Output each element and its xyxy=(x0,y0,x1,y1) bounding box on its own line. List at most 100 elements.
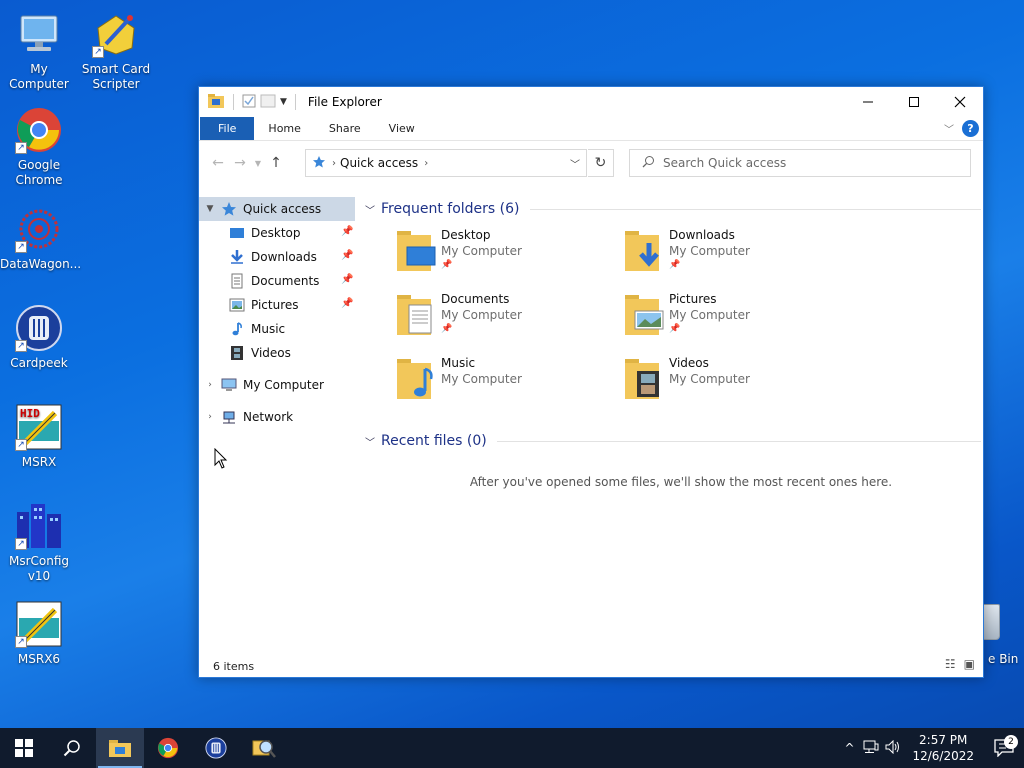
folder-location: My Computer xyxy=(669,244,750,258)
folder-tile-music[interactable]: Music My Computer xyxy=(395,355,615,415)
nav-item-label: Music xyxy=(251,322,286,336)
nav-item-pictures[interactable]: Pictures 📌 xyxy=(199,293,359,317)
expand-chevron-icon[interactable]: › xyxy=(199,412,221,422)
pin-icon: 📌 xyxy=(341,250,354,261)
taskbar-cardpeek[interactable] xyxy=(192,728,240,768)
start-button[interactable] xyxy=(0,728,48,768)
nav-item-music[interactable]: Music xyxy=(199,317,359,341)
large-icons-view-icon[interactable]: ▣ xyxy=(964,657,975,671)
nav-item-label: Videos xyxy=(251,346,291,360)
windows-logo-icon xyxy=(15,739,33,757)
clock-date: 12/6/2022 xyxy=(912,749,974,763)
tab-share[interactable]: Share xyxy=(315,117,375,140)
desktop-icon-google-chrome[interactable]: ↗ Google Chrome xyxy=(0,106,78,188)
nav-item-desktop[interactable]: Desktop 📌 xyxy=(199,221,359,245)
minimize-button[interactable] xyxy=(845,87,891,117)
tab-home[interactable]: Home xyxy=(254,117,314,140)
collapse-chevron-icon[interactable]: ﹀ xyxy=(365,434,381,449)
forward-button[interactable]: → xyxy=(229,155,251,171)
shortcut-arrow-icon: ↗ xyxy=(15,142,27,154)
customize-toolbar-dropdown-icon[interactable]: ▼ xyxy=(280,97,287,107)
clock-time: 2:57 PM xyxy=(919,733,968,747)
shortcut-arrow-icon: ↗ xyxy=(15,340,27,352)
search-icon xyxy=(642,155,655,171)
desktop-icon-smart-card-scripter[interactable]: ↗ Smart Card Scripter xyxy=(77,10,155,92)
pin-icon: 📌 xyxy=(669,260,681,270)
shortcut-arrow-icon: ↗ xyxy=(15,538,27,550)
refresh-button[interactable]: ↻ xyxy=(588,149,614,177)
collapse-chevron-icon[interactable]: ﹀ xyxy=(365,202,381,217)
datawagon-icon: ↗ xyxy=(15,205,63,253)
expand-chevron-icon[interactable]: › xyxy=(199,380,221,390)
taskbar-chrome[interactable] xyxy=(144,728,192,768)
folder-name: Desktop xyxy=(441,228,491,242)
download-arrow-icon xyxy=(229,249,245,265)
mouse-cursor-icon xyxy=(214,447,228,473)
folder-tile-pictures[interactable]: Pictures My Computer 📌 xyxy=(623,291,843,351)
address-bar[interactable]: › Quick access › ﹀ xyxy=(305,149,587,177)
nav-item-my-computer[interactable]: › My Computer xyxy=(199,373,359,397)
nav-gap xyxy=(199,397,359,405)
expand-ribbon-chevron-icon[interactable]: ﹀ xyxy=(944,121,954,136)
nav-item-label: Desktop xyxy=(251,226,301,240)
show-hidden-icons-chevron-icon[interactable]: ^ xyxy=(838,741,860,755)
recent-files-empty-message: After you've opened some files, we'll sh… xyxy=(469,475,893,489)
action-center-button[interactable]: 2 xyxy=(984,735,1024,757)
film-strip-icon xyxy=(229,345,245,361)
smart-card-scripter-icon: ↗ xyxy=(92,10,140,58)
picture-icon xyxy=(229,297,245,313)
desktop-icon-label: My Computer xyxy=(9,62,69,91)
svg-text:HID: HID xyxy=(20,407,40,420)
new-folder-icon[interactable] xyxy=(260,94,276,111)
music-note-icon xyxy=(229,321,245,337)
desktop-icon-cardpeek[interactable]: ↗ Cardpeek xyxy=(0,304,78,371)
details-view-icon[interactable]: ☷ xyxy=(945,657,956,671)
breadcrumb-quick-access[interactable]: Quick access xyxy=(340,156,418,170)
desktop-icon-my-computer[interactable]: My Computer xyxy=(0,10,78,92)
desktop-icon-msrx6[interactable]: ↗ MSRX6 xyxy=(0,600,78,667)
nav-item-network[interactable]: › Network xyxy=(199,405,359,429)
search-button[interactable] xyxy=(48,728,96,768)
properties-icon[interactable] xyxy=(242,94,256,111)
nav-item-downloads[interactable]: Downloads 📌 xyxy=(199,245,359,269)
nav-item-videos[interactable]: Videos xyxy=(199,341,359,365)
folder-tile-videos[interactable]: Videos My Computer xyxy=(623,355,843,415)
tab-view[interactable]: View xyxy=(375,117,429,140)
desktop-icon-datawagon[interactable]: ↗ DataWagon... xyxy=(0,205,81,272)
frequent-folders-header[interactable]: ﹀ Frequent folders (6) xyxy=(361,197,981,221)
shortcut-arrow-icon: ↗ xyxy=(15,241,27,253)
quick-access-star-icon xyxy=(312,155,326,172)
folder-tile-downloads[interactable]: Downloads My Computer 📌 xyxy=(623,227,843,287)
breadcrumb-chevron-icon[interactable]: › xyxy=(332,158,336,169)
taskbar-clock[interactable]: 2:57 PM 12/6/2022 xyxy=(912,732,974,764)
breadcrumb-chevron-icon[interactable]: › xyxy=(424,158,428,169)
recent-files-header[interactable]: ﹀ Recent files (0) xyxy=(361,429,981,453)
collapse-chevron-icon[interactable]: ▼ xyxy=(199,204,221,214)
search-box[interactable] xyxy=(629,149,971,177)
tab-file[interactable]: File xyxy=(200,117,255,140)
folder-tile-desktop[interactable]: Desktop My Computer 📌 xyxy=(395,227,615,287)
chrome-icon: ↗ xyxy=(15,106,63,154)
nav-item-label: Downloads xyxy=(251,250,317,264)
nav-item-label: Documents xyxy=(251,274,320,288)
help-icon[interactable]: ? xyxy=(962,120,979,137)
folder-tile-documents[interactable]: Documents My Computer 📌 xyxy=(395,291,615,351)
up-button[interactable]: ↑ xyxy=(265,155,287,171)
recent-locations-dropdown-icon[interactable]: ▼ xyxy=(251,159,265,168)
search-input[interactable] xyxy=(663,156,953,170)
taskbar-smart-card-app[interactable] xyxy=(240,728,288,768)
back-button[interactable]: ← xyxy=(207,155,229,171)
nav-item-documents[interactable]: Documents 📌 xyxy=(199,269,359,293)
maximize-button[interactable] xyxy=(891,87,937,117)
taskbar-file-explorer[interactable] xyxy=(96,728,144,768)
close-button[interactable] xyxy=(937,87,983,117)
desktop-icon-msrx[interactable]: HID ↗ MSRX xyxy=(0,403,78,470)
title-bar[interactable]: ▼ File Explorer xyxy=(199,87,983,117)
nav-item-quick-access[interactable]: ▼ Quick access xyxy=(199,197,355,221)
pin-icon: 📌 xyxy=(341,274,354,285)
address-dropdown-icon[interactable]: ﹀ xyxy=(570,156,580,171)
desktop-icon-msrconfig[interactable]: ↗ MsrConfig v10 xyxy=(0,502,78,584)
volume-icon[interactable] xyxy=(882,739,904,757)
content-pane: ﹀ Frequent folders (6) Desktop My Comput… xyxy=(361,197,981,647)
network-tray-icon[interactable] xyxy=(860,740,882,757)
